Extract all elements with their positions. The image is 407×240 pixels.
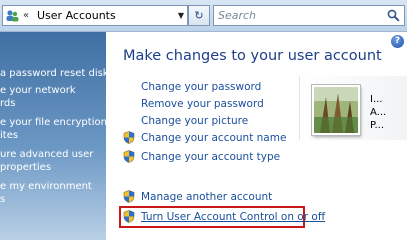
uac-shield-icon: [123, 131, 135, 144]
left-link-advanced-properties[interactable]: ure advanced user: [0, 148, 93, 161]
address-bar[interactable]: « User Accounts ▼: [2, 5, 188, 26]
account-type: A...: [370, 107, 387, 118]
left-link-file-encryption-2[interactable]: ites: [0, 129, 18, 142]
avatar[interactable]: [312, 85, 360, 135]
search-input[interactable]: Search: [213, 5, 405, 26]
address-toolbar: « User Accounts ▼ ↻ Search: [0, 0, 407, 32]
left-link-reset-disk[interactable]: a password reset disk: [0, 67, 109, 80]
left-link-environment-2[interactable]: s: [0, 193, 5, 206]
change-account-name-link[interactable]: Change your account name: [141, 131, 286, 145]
change-picture-link[interactable]: Change your picture: [141, 114, 248, 128]
left-link-network-passwords-2[interactable]: rds: [0, 97, 16, 110]
left-link-advanced-properties-2[interactable]: properties: [0, 161, 51, 174]
search-icon[interactable]: [387, 9, 400, 22]
account-password-status: P...: [370, 120, 385, 131]
change-account-type-link[interactable]: Change your account type: [141, 150, 280, 164]
left-link-file-encryption[interactable]: e your file encryption: [0, 116, 107, 129]
main-content: ? Make changes to your user account Chan…: [106, 32, 407, 240]
manage-another-account-link[interactable]: Manage another account: [141, 190, 272, 204]
avatar-image: [314, 87, 358, 133]
search-placeholder: Search: [218, 9, 257, 22]
task-pane: a password reset disk e your network rds…: [0, 32, 109, 240]
breadcrumb-chevrons[interactable]: «: [23, 8, 29, 24]
account-name: I...: [370, 94, 383, 105]
change-password-link[interactable]: Change your password: [141, 80, 261, 94]
page-title: Make changes to your user account: [123, 48, 382, 64]
remove-password-link[interactable]: Remove your password: [141, 97, 264, 111]
help-icon[interactable]: ?: [391, 35, 404, 48]
left-link-environment[interactable]: e my environment: [0, 180, 92, 193]
uac-shield-icon: [123, 210, 135, 223]
uac-shield-icon: [123, 190, 135, 203]
user-accounts-icon: [6, 10, 19, 22]
address-dropdown-icon[interactable]: ▼: [178, 8, 184, 24]
left-link-network-passwords[interactable]: e your network: [0, 84, 76, 97]
account-card: I... A... P...: [299, 76, 407, 140]
breadcrumb-user-accounts[interactable]: User Accounts: [37, 8, 116, 24]
turn-uac-on-off-link[interactable]: Turn User Account Control on or off: [141, 210, 325, 224]
uac-shield-icon: [123, 150, 135, 163]
refresh-button[interactable]: ↻: [188, 5, 210, 26]
